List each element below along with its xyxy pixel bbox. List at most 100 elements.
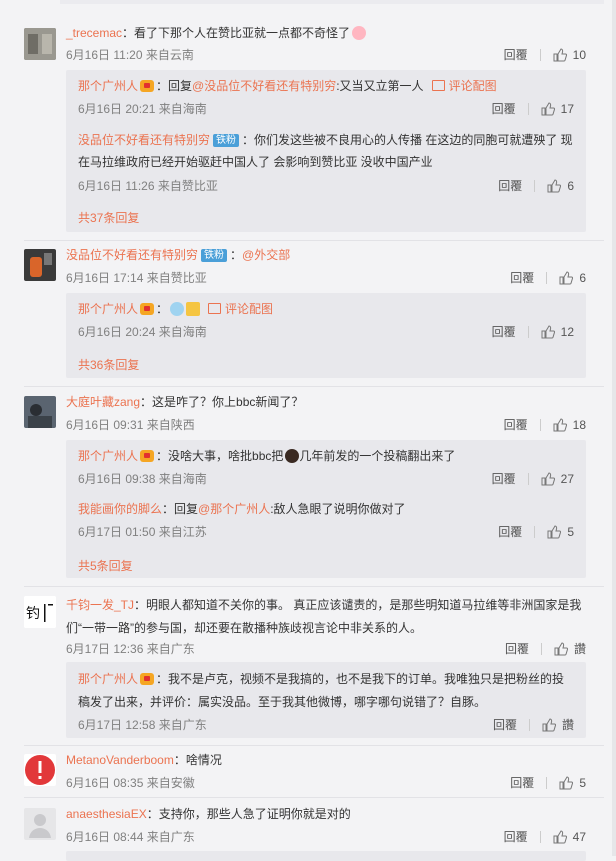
mention-link[interactable]: @那个广州人 (198, 502, 270, 516)
like-icon[interactable] (541, 101, 555, 116)
like-icon[interactable] (559, 775, 574, 790)
reply-button[interactable]: 回覆 (493, 716, 517, 733)
avatar[interactable] (24, 28, 56, 60)
reply-author[interactable]: 那个广州人 (78, 302, 138, 316)
comment-author[interactable]: 大庭叶藏zang (66, 395, 140, 409)
image-icon (208, 303, 222, 314)
comment-meta: 6月16日 09:31 来自陕西 (66, 418, 195, 432)
like-count: 18 (572, 417, 586, 432)
reply-meta: 6月17日 12:58 来自广东 (78, 718, 207, 732)
like-count: 5 (567, 524, 574, 539)
comment-actions: 回覆 47 (504, 828, 586, 845)
comment-author[interactable]: anaesthesiaEX (66, 807, 147, 821)
reply-button[interactable]: 回覆 (504, 46, 528, 63)
like-icon[interactable] (554, 641, 568, 656)
comment-author[interactable]: MetanoVanderboom (66, 753, 174, 767)
like-icon[interactable] (559, 270, 574, 285)
comment-text: 没品位不好看还有特别穷 铁粉 ：@外交部 (66, 247, 596, 264)
reply-box: 那个广州人 ： 评论配图 6月16日 20:24 来自海南 回覆 12 共36条回复 (66, 293, 586, 378)
iron-fan-badge: 铁粉 (201, 249, 228, 262)
reply-button[interactable]: 回覆 (498, 177, 522, 194)
avatar[interactable] (24, 396, 56, 428)
divider (24, 745, 604, 746)
comment-body: ：啥情况 (173, 753, 222, 767)
reply-item: 那个广州人 ： 评论配图 (78, 298, 574, 320)
like-icon[interactable] (553, 829, 567, 844)
reply-button[interactable]: 回覆 (492, 470, 516, 487)
comment-author[interactable]: 没品位不好看还有特别穷 (66, 248, 198, 262)
comment-meta: 6月16日 11:20 来自云南 (66, 48, 194, 62)
comment-actions: 回覆 18 (504, 416, 586, 433)
reply-button[interactable]: 回覆 (492, 100, 516, 117)
reply-item: 那个广州人 ：回复@没品位不好看还有特别穷:又当又立第一人 评论配图 (78, 75, 574, 97)
mention-link[interactable]: @没品位不好看还有特别穷 (192, 79, 336, 93)
comment-text: anaesthesiaEX：支持你，那些人急了证明你就是对的 (66, 806, 596, 823)
reply-button[interactable]: 回覆 (510, 269, 534, 286)
divider (539, 48, 541, 61)
reply-author[interactable]: 那个广州人 (78, 672, 138, 686)
reply-actions: 回覆 讚 (493, 716, 574, 733)
like-icon[interactable] (553, 47, 567, 62)
comment-author[interactable]: _trecemac (66, 26, 122, 40)
scrollbar[interactable] (612, 0, 616, 856)
divider (527, 472, 529, 485)
like-icon[interactable] (542, 717, 556, 732)
reply-meta: 6月16日 11:26 来自赞比亚 (78, 179, 218, 193)
avatar[interactable] (24, 808, 56, 840)
divider (24, 586, 604, 587)
reply-author[interactable]: 没品位不好看还有特别穷 (78, 133, 210, 147)
comment-body: ：支持你，那些人急了证明你就是对的 (146, 807, 351, 821)
avatar[interactable] (24, 249, 56, 281)
comment-author[interactable]: 千钧一发_TJ (66, 598, 134, 612)
reply-meta: 6月16日 20:21 来自海南 (78, 102, 207, 116)
reply-prefix: ：回复 (156, 79, 193, 93)
comment-meta: 6月16日 08:35 来自安徽 (66, 776, 195, 790)
pointing-hand-emoji-icon (186, 302, 201, 316)
reply-actions: 回覆 12 (492, 323, 574, 340)
comment-image-link[interactable]: 评论配图 (225, 302, 273, 316)
comment-text: _trecemac：看了下那个人在赞比亚就一点都不奇怪了 (66, 25, 596, 42)
avatar[interactable]: 钓 (24, 596, 56, 628)
reply-button[interactable]: 回覆 (504, 416, 528, 433)
more-replies-link[interactable]: 共36条回复 (78, 356, 139, 373)
like-count: 47 (572, 829, 586, 844)
like-icon[interactable] (541, 324, 555, 339)
avatar[interactable] (24, 754, 56, 786)
like-icon[interactable] (547, 178, 562, 193)
divider (540, 642, 542, 655)
comment-meta: 6月17日 12:36 来自广东 (66, 642, 195, 656)
reply-button[interactable]: 回覆 (505, 640, 529, 657)
like-count: 讚 (561, 718, 574, 732)
reply-author[interactable]: 我能画你的脚么 (78, 502, 162, 516)
mention-link[interactable]: @外交部 (242, 248, 290, 262)
more-replies-link[interactable]: 共37条回复 (78, 209, 139, 226)
reply-button[interactable]: 回覆 (498, 523, 522, 540)
like-icon[interactable] (541, 471, 555, 486)
reply-meta: 6月16日 09:38 来自海南 (78, 472, 207, 486)
reply-author[interactable]: 那个广州人 (78, 449, 138, 463)
comment-actions: 回覆 6 (510, 269, 586, 286)
previous-comment-box-edge (60, 0, 604, 4)
comment-body: ：看了下那个人在赞比亚就一点都不奇怪了 (122, 26, 351, 40)
reply-author[interactable]: 那个广州人 (78, 79, 138, 93)
more-replies-link[interactable]: 共5条回复 (78, 557, 133, 574)
comment-text: 千钧一发_TJ：明眼人都知道不关你的事。 真正应该谴责的，是那些明知道马拉维等非… (66, 594, 596, 640)
reply-button[interactable]: 回覆 (492, 323, 516, 340)
like-count: 17 (560, 101, 574, 116)
divider (546, 776, 548, 789)
like-icon[interactable] (547, 524, 562, 539)
comment-text: MetanoVanderboom：啥情况 (66, 752, 596, 769)
reply-item: 那个广州人 ：没啥大事，啥批bbc把 几年前发的一个投稿翻出来了 (78, 445, 574, 467)
divider (528, 718, 530, 731)
comment-meta: 6月16日 17:14 来自赞比亚 (66, 271, 207, 285)
reply-actions: 回覆 6 (498, 177, 574, 194)
reply-button[interactable]: 回覆 (510, 774, 534, 791)
image-icon (431, 80, 445, 91)
reply-button[interactable]: 回覆 (504, 828, 528, 845)
reply-body: ：没啥大事，啥批bbc把 (156, 449, 284, 463)
colon: ： (230, 248, 243, 262)
comment-image-link[interactable]: 评论配图 (449, 79, 497, 93)
reply-body: :敌人急眼了说明你做对了 (270, 502, 406, 516)
vip-badge-icon (140, 673, 155, 685)
like-icon[interactable] (553, 417, 567, 432)
